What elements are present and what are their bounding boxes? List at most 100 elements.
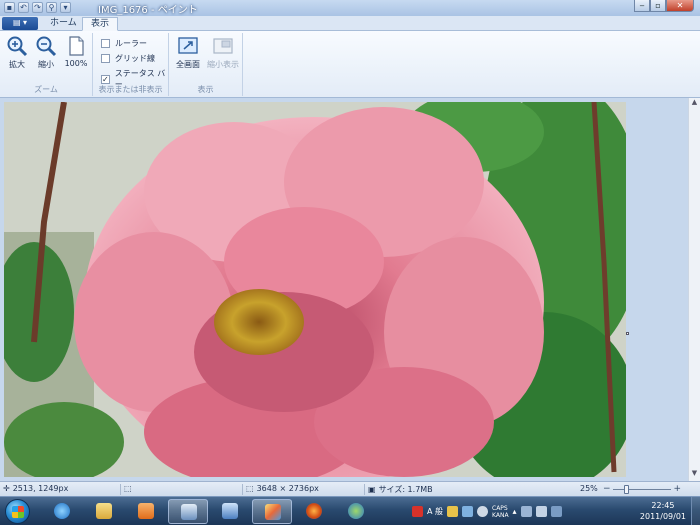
- internet-explorer-icon: [54, 503, 70, 519]
- undo-icon[interactable]: ↶: [18, 2, 29, 13]
- scroll-down-arrow-icon[interactable]: ▼: [689, 469, 700, 481]
- title-bar: ▪ ↶ ↷ ⚲ ▾ IMG_1676 - ペイント ‒ ▫ ✕: [0, 0, 700, 16]
- vertical-scrollbar[interactable]: ▲ ▼: [688, 98, 700, 481]
- image-size-value: 3648 × 2736px: [256, 484, 319, 493]
- thumbnail-label: 縮小表示: [207, 60, 239, 69]
- thumbnail-icon: [213, 38, 233, 54]
- peony-photo: [4, 102, 626, 477]
- selection-icon: ⬚: [124, 484, 132, 493]
- taskbar-app[interactable]: [210, 499, 250, 524]
- image-size-icon: ⬚: [246, 484, 254, 493]
- messenger-icon: [348, 503, 364, 519]
- ime-mode-icon[interactable]: [462, 506, 474, 517]
- status-divider: [242, 484, 243, 495]
- folder-icon: [96, 503, 112, 519]
- customize-icon[interactable]: ▾: [60, 2, 71, 13]
- zoom-out-minus-button[interactable]: −: [603, 484, 611, 494]
- clock-time: 22:45: [651, 501, 675, 510]
- taskbar-messenger[interactable]: [336, 499, 376, 524]
- image-canvas[interactable]: [4, 102, 626, 477]
- show-hidden-icons[interactable]: ▴: [513, 507, 517, 516]
- quick-access-toolbar: ▪ ↶ ↷ ⚲ ▾: [4, 2, 71, 13]
- zoom-100-button[interactable]: 100%: [61, 35, 91, 68]
- taskbar: A 般 CAPS KANA ▴ 22:45 2011/09/01: [0, 496, 700, 525]
- tab-view[interactable]: 表示: [82, 17, 119, 31]
- zoom-level: 25%: [580, 484, 598, 493]
- document-app-icon: [222, 503, 238, 519]
- display-group: 全画面 縮小表示 表示: [169, 33, 243, 96]
- scroll-track[interactable]: [689, 110, 700, 469]
- tab-home[interactable]: ホーム: [42, 17, 85, 31]
- paint-menu-button[interactable]: ▤ ▾: [2, 17, 38, 30]
- paint-icon: [265, 504, 281, 520]
- clock-date: 2011/09/01: [639, 512, 686, 521]
- taskbar-ie[interactable]: [42, 499, 82, 524]
- thumbnail-button[interactable]: 縮小表示: [205, 35, 241, 70]
- kana-label: KANA: [492, 511, 509, 519]
- show-hide-group-label: 表示または非表示: [98, 85, 163, 94]
- file-size: ▣ サイズ: 1.7MB: [368, 484, 433, 495]
- zoom-out-label: 縮小: [38, 60, 54, 69]
- clock[interactable]: 22:45 2011/09/01: [640, 500, 686, 522]
- gridlines-checkbox[interactable]: グリッド線: [101, 53, 155, 64]
- disk-icon: ▣: [368, 485, 376, 494]
- taskbar-paint[interactable]: [252, 499, 292, 524]
- page-icon: [69, 36, 84, 56]
- taskbar-firefox[interactable]: [294, 499, 334, 524]
- window-title: IMG_1676 - ペイント: [98, 5, 198, 16]
- window-controls: ‒ ▫ ✕: [634, 0, 694, 12]
- save-icon[interactable]: ▪: [4, 2, 15, 13]
- cursor-icon: ✛: [3, 484, 10, 493]
- ime-indicator[interactable]: A 般: [427, 506, 443, 517]
- ruler-checkbox-box[interactable]: [101, 39, 110, 48]
- zoom-slider-track[interactable]: [613, 489, 671, 490]
- taskbar-explorer[interactable]: [84, 499, 124, 524]
- statusbar-checkbox-box[interactable]: ✓: [101, 74, 110, 84]
- status-divider: [364, 484, 365, 495]
- volume-icon[interactable]: [535, 506, 547, 517]
- caps-label: CAPS: [492, 504, 508, 512]
- notification-icon[interactable]: [412, 506, 423, 517]
- start-button[interactable]: [5, 499, 30, 524]
- fullscreen-button[interactable]: 全画面: [173, 35, 203, 70]
- ribbon-tab-bar: ▤ ▾ ホーム 表示: [0, 16, 700, 31]
- zoom-icon[interactable]: ⚲: [46, 2, 57, 13]
- redo-icon[interactable]: ↷: [32, 2, 43, 13]
- ime-tool-icon[interactable]: [447, 506, 459, 517]
- media-player-icon: [138, 503, 154, 519]
- firefox-icon: [306, 503, 322, 519]
- close-button[interactable]: ✕: [666, 0, 694, 12]
- image-size: ⬚ 3648 × 2736px: [246, 484, 319, 493]
- zoom-100-label: 100%: [64, 59, 88, 68]
- gridlines-checkbox-box[interactable]: [101, 54, 110, 63]
- fullscreen-label: 全画面: [176, 60, 200, 69]
- cursor-position-value: 2513, 1249px: [12, 484, 69, 493]
- zoom-out-icon: [36, 36, 57, 57]
- zoom-slider-thumb[interactable]: [624, 485, 629, 494]
- network-icon[interactable]: [520, 506, 532, 517]
- canvas-resize-handle[interactable]: [626, 332, 629, 335]
- action-center-icon[interactable]: [550, 506, 562, 517]
- caps-kana-indicator: CAPS KANA: [492, 505, 509, 519]
- canvas-area[interactable]: [0, 98, 688, 481]
- zoom-slider[interactable]: − +: [603, 484, 681, 494]
- minimize-button[interactable]: ‒: [634, 0, 650, 12]
- taskbar-remote[interactable]: [168, 499, 208, 524]
- zoom-in-icon: [7, 36, 28, 57]
- cursor-position: ✛ 2513, 1249px: [3, 484, 68, 493]
- ruler-checkbox[interactable]: ルーラー: [101, 38, 147, 49]
- taskbar-media-player[interactable]: [126, 499, 166, 524]
- zoom-in-button[interactable]: 拡大: [4, 35, 30, 70]
- show-desktop-button[interactable]: [691, 497, 700, 525]
- fullscreen-icon: [178, 37, 198, 54]
- status-bar: ✛ 2513, 1249px ⬚ ⬚ 3648 × 2736px ▣ サイズ: …: [0, 481, 700, 496]
- zoom-group: 拡大 縮小 100% ズーム: [0, 33, 93, 96]
- ruler-label: ルーラー: [115, 39, 147, 48]
- help-icon[interactable]: [477, 506, 489, 517]
- zoom-group-label: ズーム: [34, 85, 58, 94]
- maximize-button[interactable]: ▫: [650, 0, 666, 12]
- scroll-up-arrow-icon[interactable]: ▲: [689, 98, 700, 110]
- zoom-in-plus-button[interactable]: +: [673, 484, 681, 494]
- zoom-out-button[interactable]: 縮小: [33, 35, 59, 70]
- ribbon: 拡大 縮小 100% ズーム ルーラー グリッド線 ✓ ステータス バー 表示ま…: [0, 31, 700, 98]
